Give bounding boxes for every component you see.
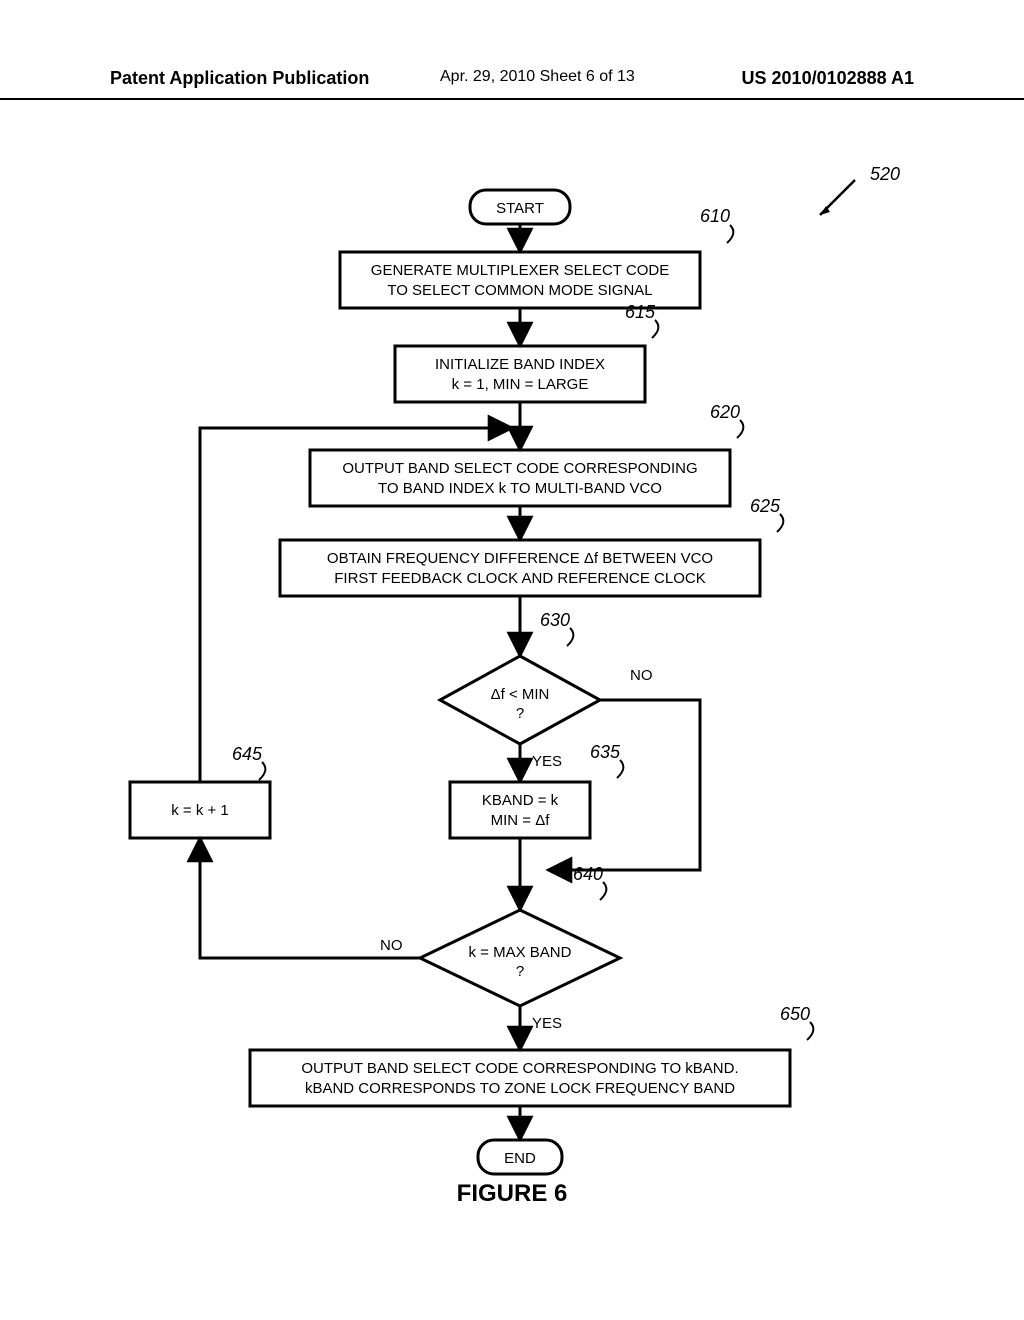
node-645: k = k + 1: [130, 782, 270, 838]
svg-text:MIN = Δf: MIN = Δf: [491, 812, 551, 829]
svg-text:k = 1, MIN = LARGE: k = 1, MIN = LARGE: [452, 376, 589, 393]
svg-text:650: 650: [780, 1004, 810, 1024]
svg-text:kBAND CORRESPONDS TO ZONE LOCK: kBAND CORRESPONDS TO ZONE LOCK FREQUENCY…: [305, 1080, 735, 1097]
ref-520: 520: [820, 164, 900, 215]
svg-text:START: START: [496, 200, 544, 217]
svg-text:635: 635: [590, 742, 621, 762]
figure-caption: FIGURE 6: [0, 1180, 1024, 1208]
svg-text:END: END: [504, 1150, 536, 1167]
ref-615: 615: [625, 302, 658, 338]
svg-text:640: 640: [573, 864, 603, 884]
node-640: k = MAX BAND ?: [420, 910, 620, 1006]
ref-645: 645: [232, 744, 265, 780]
svg-text:?: ?: [516, 963, 524, 980]
svg-text:610: 610: [700, 206, 730, 226]
node-630: Δf < MIN ?: [440, 656, 600, 744]
edge-630-yes: YES: [532, 753, 562, 770]
svg-text:630: 630: [540, 610, 570, 630]
svg-text:k = k + 1: k = k + 1: [171, 802, 229, 819]
svg-text:TO SELECT COMMON MODE SIGNAL: TO SELECT COMMON MODE SIGNAL: [387, 282, 652, 299]
edge-630-no: NO: [630, 667, 653, 684]
ref-625: 625: [750, 496, 783, 532]
edge-640-no: NO: [380, 937, 403, 954]
svg-text:615: 615: [625, 302, 656, 322]
svg-text:520: 520: [870, 164, 900, 184]
svg-text:TO BAND INDEX k TO MULTI-BAND: TO BAND INDEX k TO MULTI-BAND VCO: [378, 480, 662, 497]
node-620: OUTPUT BAND SELECT CODE CORRESPONDING TO…: [310, 450, 730, 506]
ref-620: 620: [710, 402, 743, 438]
node-615: INITIALIZE BAND INDEX k = 1, MIN = LARGE: [395, 346, 645, 402]
svg-text:625: 625: [750, 496, 781, 516]
svg-text:INITIALIZE BAND INDEX: INITIALIZE BAND INDEX: [435, 356, 605, 373]
flowchart-svg: 520 START 610 GENERATE MULTIPLEXER SELEC…: [0, 0, 1024, 1320]
ref-630: 630: [540, 610, 573, 646]
ref-610: 610: [700, 206, 733, 243]
ref-640: 640: [573, 864, 606, 900]
svg-text:GENERATE MULTIPLEXER SELECT CO: GENERATE MULTIPLEXER SELECT CODE: [371, 262, 669, 279]
node-start: START: [470, 190, 570, 224]
svg-text:FIRST FEEDBACK CLOCK AND REFER: FIRST FEEDBACK CLOCK AND REFERENCE CLOCK: [334, 570, 705, 587]
node-625: OBTAIN FREQUENCY DIFFERENCE Δf BETWEEN V…: [280, 540, 760, 596]
node-635: KBAND = k MIN = Δf: [450, 782, 590, 838]
node-610: GENERATE MULTIPLEXER SELECT CODE TO SELE…: [340, 252, 700, 308]
svg-text:KBAND = k: KBAND = k: [482, 792, 559, 809]
svg-text:620: 620: [710, 402, 740, 422]
svg-text:?: ?: [516, 705, 524, 722]
svg-text:Δf < MIN: Δf < MIN: [491, 686, 550, 703]
svg-text:k = MAX BAND: k = MAX BAND: [469, 944, 572, 961]
svg-text:OBTAIN FREQUENCY DIFFERENCE Δf: OBTAIN FREQUENCY DIFFERENCE Δf BETWEEN V…: [327, 550, 713, 567]
svg-text:645: 645: [232, 744, 263, 764]
ref-650: 650: [780, 1004, 813, 1040]
svg-text:OUTPUT BAND SELECT CODE CORRES: OUTPUT BAND SELECT CODE CORRESPONDING: [342, 460, 697, 477]
node-end: END: [478, 1140, 562, 1174]
svg-text:OUTPUT BAND SELECT CODE CORRES: OUTPUT BAND SELECT CODE CORRESPONDING TO…: [301, 1060, 738, 1077]
ref-635: 635: [590, 742, 623, 778]
edge-640-yes: YES: [532, 1015, 562, 1032]
node-650: OUTPUT BAND SELECT CODE CORRESPONDING TO…: [250, 1050, 790, 1106]
